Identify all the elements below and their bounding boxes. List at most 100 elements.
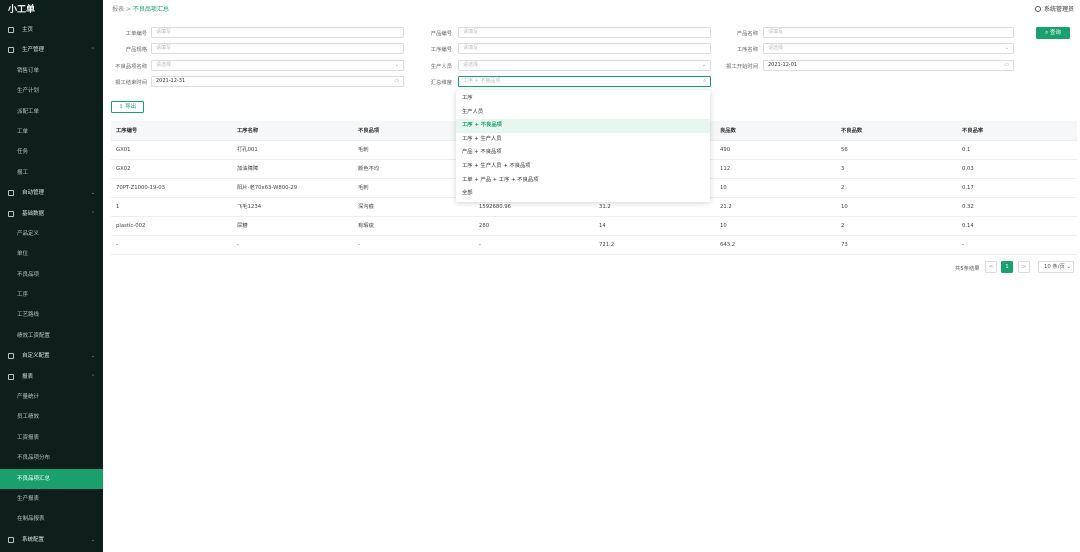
field-input-9[interactable]: 2021-12-31 ▭: [151, 76, 404, 87]
dropdown-option[interactable]: 产品 + 不良品项: [456, 146, 710, 160]
pagination-page-1[interactable]: 1: [1001, 261, 1013, 273]
sidebar-item-label: 绩效工资配置: [17, 332, 51, 339]
sidebar-item-4[interactable]: 派配工单: [0, 102, 103, 122]
field-input-3[interactable]: 请填写: [151, 43, 404, 54]
column-header[interactable]: 不良品率: [962, 121, 983, 141]
chevron-icon: ⌃: [90, 373, 95, 380]
sidebar-item-16[interactable]: 自定义配置 ⌄: [0, 346, 103, 366]
table-cell: -: [116, 242, 118, 248]
table-cell: 打孔001: [237, 147, 258, 153]
sidebar-item-19[interactable]: 员工绩效: [0, 407, 103, 427]
column-header[interactable]: 良品数: [720, 121, 736, 141]
field-label-2: 产品名称: [736, 31, 758, 37]
sidebar-item-label: 派配工单: [17, 108, 40, 115]
field-input-text: 请填写: [156, 45, 172, 51]
table-cell: 14: [599, 223, 606, 229]
dropdown-option[interactable]: 工序: [456, 92, 710, 106]
table-cell: -: [479, 242, 481, 248]
table-cell: 0.14: [962, 223, 974, 229]
user-icon: [1034, 6, 1041, 12]
sidebar-item-label: 自定义配置: [22, 353, 50, 360]
table-cell: 颜色不均: [358, 166, 380, 172]
field-input-text: 请选择: [463, 62, 479, 68]
export-button-label: 导出: [125, 104, 137, 110]
dropdown-option[interactable]: 工序 + 生产人员 + 不良品项: [456, 160, 710, 174]
column-header[interactable]: 不良品项: [358, 121, 379, 141]
user-menu[interactable]: 系统管理员: [1034, 4, 1074, 13]
query-button[interactable]: ⌕ 查询: [1036, 27, 1070, 39]
pagination-prev[interactable]: <: [985, 261, 997, 273]
dropdown-option[interactable]: 工单 + 产品 + 工序 + 不良品项: [456, 174, 710, 188]
column-header[interactable]: 工序编号: [116, 121, 137, 141]
field-input-6[interactable]: 请选择 ⌄: [151, 60, 404, 71]
field-input-8[interactable]: 2021-12-01 ▭: [763, 60, 1014, 71]
table-cell: 73: [841, 242, 848, 248]
sidebar-item-23[interactable]: 生产报表: [0, 489, 103, 509]
sidebar-item-12[interactable]: 不良品项: [0, 265, 103, 285]
chevron-icon: ⌃: [90, 210, 95, 217]
table-cell: 1: [116, 204, 120, 210]
breadcrumb-separator: >: [125, 6, 131, 13]
table-cell: 10: [720, 223, 727, 229]
sidebar-item-label: 工资报表: [17, 434, 40, 441]
sidebar-item-11[interactable]: 单位: [0, 244, 103, 264]
sidebar-item-14[interactable]: 工艺路线: [0, 305, 103, 325]
field-input-1[interactable]: 请填写: [458, 27, 711, 38]
field-input-5[interactable]: 请选择 ⌄: [763, 43, 1014, 54]
sidebar-item-22[interactable]: 不良品项汇总: [0, 468, 103, 489]
sidebar-item-25[interactable]: 系统配置 ⌄: [0, 530, 103, 550]
sidebar-item-13[interactable]: 工序: [0, 285, 103, 305]
field-label-9: 报工结束时间: [115, 80, 147, 86]
query-button-label: 查询: [1049, 30, 1061, 36]
column-header[interactable]: 不良品数: [841, 121, 862, 141]
field-label-0: 工单编号: [125, 31, 147, 37]
sidebar-item-label: 员工绩效: [17, 414, 40, 421]
sidebar-item-10[interactable]: 产品定义: [0, 224, 103, 244]
sidebar-item-9[interactable]: 基础数据 ⌃: [0, 204, 103, 224]
table-cell: 10: [720, 185, 727, 191]
summary-dimension-dropdown: 工序 生产人员 工序 + 不良品项 工序 + 生产人员 产品 + 不良品项 工序 + 生产…: [456, 90, 710, 202]
export-button[interactable]: ⇪ 导出: [111, 101, 144, 113]
column-header[interactable]: 工序名称: [237, 121, 258, 141]
sidebar-item-6[interactable]: 任务: [0, 142, 103, 162]
sidebar-item-label: 产量统计: [17, 394, 40, 401]
sidebar-item-20[interactable]: 工资报表: [0, 428, 103, 448]
dropdown-option[interactable]: 生产人员: [456, 106, 710, 120]
sidebar-item-7[interactable]: 报工: [0, 163, 103, 183]
table-cell: 尿糟: [237, 223, 248, 229]
field-input-7[interactable]: 请选择 ⌄: [458, 60, 711, 71]
table-cell: 加油障障: [237, 166, 259, 172]
sidebar-item-24[interactable]: 在制品报表: [0, 509, 103, 529]
search-icon: ⌕: [703, 78, 706, 84]
sidebar-item-18[interactable]: 产量统计: [0, 387, 103, 407]
field-input-2[interactable]: 请填写: [763, 27, 1014, 38]
field-input-text: 工序 + 不良品项: [463, 78, 501, 84]
field-input-10[interactable]: 工序 + 不良品项 ⌕: [458, 76, 711, 87]
sidebar-item-8[interactable]: 自动管理 ⌄: [0, 183, 103, 203]
field-label-7: 生产人员: [430, 64, 452, 70]
field-input-0[interactable]: 请填写: [151, 27, 404, 38]
pagination-next[interactable]: >: [1018, 261, 1030, 273]
chevron-icon: ⌄: [90, 536, 95, 543]
table-cell: 飞毛1234: [237, 204, 262, 210]
breadcrumb-parent[interactable]: 报表: [112, 6, 124, 13]
sidebar-item-5[interactable]: 工单: [0, 122, 103, 142]
field-input-4[interactable]: 请填写: [458, 43, 711, 54]
sidebar-item-label: 系统配置: [22, 536, 45, 543]
dropdown-option[interactable]: 工序 + 生产人员: [456, 133, 710, 147]
chevron-icon: ⌄: [90, 353, 95, 360]
page-size-select[interactable]: 10 条/页 ⌄: [1038, 261, 1074, 273]
sidebar-item-15[interactable]: 绩效工资配置: [0, 326, 103, 346]
field-input-text: 请选择: [156, 62, 172, 68]
sidebar-item-label: 生产报表: [17, 495, 40, 502]
field-input-text: 2021-12-31: [156, 78, 186, 84]
dropdown-option[interactable]: 工序 + 不良品项: [456, 119, 710, 133]
dropdown-option[interactable]: 全部: [456, 187, 710, 201]
table-cell: -: [358, 242, 360, 248]
sidebar-item-21[interactable]: 不良品项分布: [0, 448, 103, 468]
sidebar-item-label: 任务: [17, 149, 29, 156]
sidebar-item-17[interactable]: 报表 ⌃: [0, 367, 103, 387]
sidebar-item-label: 不良品项: [17, 271, 40, 278]
field-label-4: 工序编号: [430, 47, 452, 53]
table-row: - - - - 721.2 643.2 73 -: [111, 236, 1077, 255]
